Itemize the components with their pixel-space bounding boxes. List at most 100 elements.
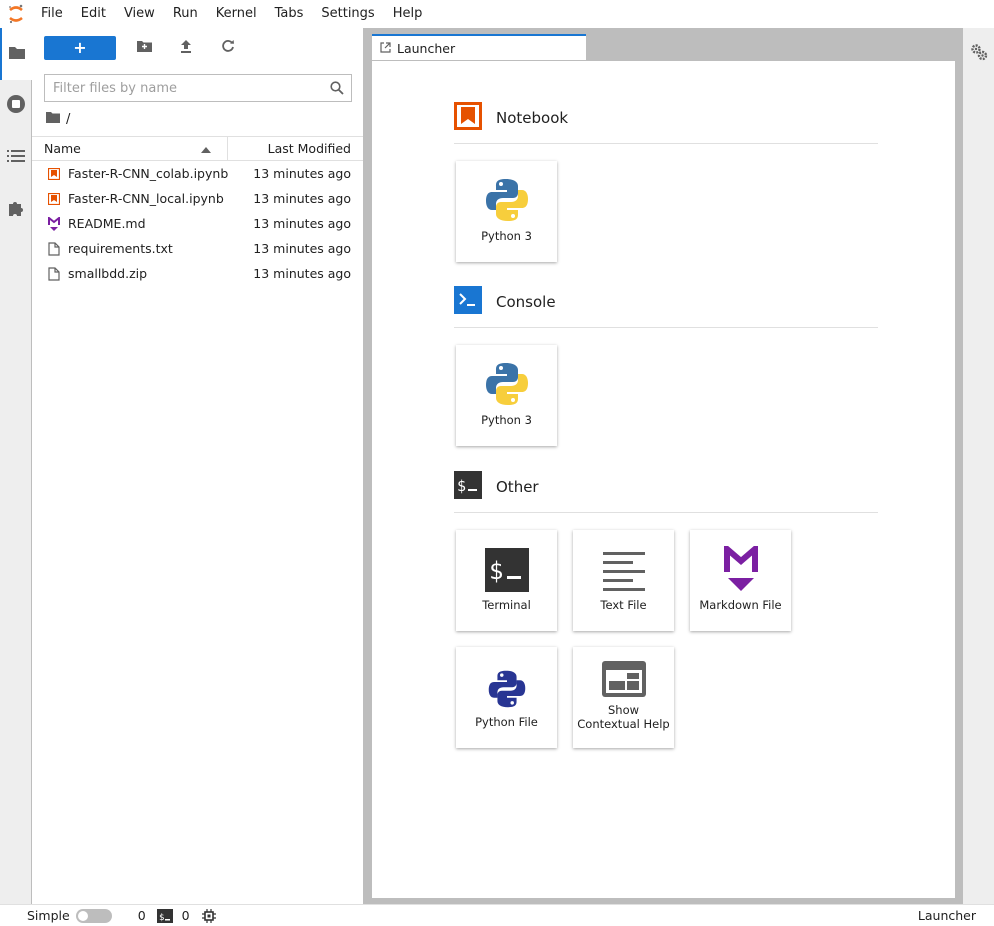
kernel-status-icon — [201, 908, 216, 923]
simple-mode-toggle[interactable] — [75, 908, 112, 923]
menu-help[interactable]: Help — [384, 0, 432, 28]
notebook-icon — [32, 167, 68, 180]
extension-manager-tab[interactable] — [0, 184, 32, 236]
python3-console-card[interactable]: Python 3 — [456, 345, 557, 446]
menu-settings[interactable]: Settings — [312, 0, 383, 28]
file-modified: 13 minutes ago — [253, 191, 351, 206]
new-folder-button[interactable] — [130, 36, 158, 60]
status-bar: Simple 0 $ 0 Launcher — [0, 904, 994, 926]
menu-tabs[interactable]: Tabs — [266, 0, 313, 28]
gears-icon — [970, 43, 988, 65]
card-label: Python File — [475, 715, 538, 729]
contextual-help-card[interactable]: Show Contextual Help — [573, 647, 674, 748]
terminal-status-icon: $ — [156, 908, 173, 923]
current-activity-label: Launcher — [917, 908, 976, 923]
python3-notebook-card[interactable]: Python 3 — [456, 161, 557, 262]
file-row[interactable]: README.md 13 minutes ago — [32, 211, 363, 236]
menu-kernel[interactable]: Kernel — [207, 0, 266, 28]
notebook-section-icon — [454, 102, 482, 134]
section-title: Console — [496, 293, 556, 311]
markdown-icon — [723, 530, 758, 598]
file-row[interactable]: Faster-R-CNN_local.ipynb 13 minutes ago — [32, 186, 363, 211]
kernel-count[interactable]: 0 — [182, 908, 190, 923]
file-name: smallbdd.zip — [68, 266, 148, 281]
file-modified: 13 minutes ago — [253, 241, 351, 256]
menu-view[interactable]: View — [115, 0, 164, 28]
console-section: Console Python 3 — [454, 285, 878, 446]
other-section: $ Other $ Terminal Text File Markdown Fi… — [454, 470, 878, 748]
markdown-icon — [32, 216, 68, 231]
tab-label: Launcher — [397, 40, 456, 56]
property-inspector-tab[interactable] — [963, 28, 994, 80]
jupyter-logo-icon[interactable] — [0, 0, 32, 28]
terminal-card[interactable]: $ Terminal — [456, 530, 557, 631]
section-header: $ Other — [454, 470, 878, 513]
sort-ascending-icon — [201, 141, 211, 156]
other-section-icon: $ — [454, 471, 482, 503]
terminal-icon: $ — [484, 530, 529, 598]
toc-icon — [7, 149, 25, 167]
file-icon — [32, 241, 68, 256]
file-row[interactable]: requirements.txt 13 minutes ago — [32, 236, 363, 261]
breadcrumb-root[interactable]: / — [66, 112, 70, 127]
file-name: Faster-R-CNN_local.ipynb — [68, 191, 224, 206]
file-name: README.md — [68, 216, 146, 231]
file-browser-panel: + / Name — [32, 28, 364, 904]
running-icon — [6, 94, 26, 118]
python-logo-icon — [484, 345, 530, 413]
running-sessions-tab[interactable] — [0, 80, 32, 132]
section-title: Other — [496, 478, 539, 496]
upload-icon — [180, 39, 192, 57]
launcher-panel: Notebook Python 3 Console Python 3 $ Oth… — [372, 60, 955, 898]
notebook-icon — [32, 192, 68, 205]
file-name: requirements.txt — [68, 241, 173, 256]
simple-mode-label: Simple — [27, 908, 70, 923]
name-column-label: Name — [44, 141, 81, 156]
python-logo-icon — [484, 161, 530, 229]
card-grid: $ Terminal Text File Markdown File Pytho… — [454, 530, 878, 748]
breadcrumb: / — [32, 102, 363, 136]
menu-run[interactable]: Run — [164, 0, 207, 28]
file-filter-input[interactable] — [45, 75, 323, 101]
file-list: Faster-R-CNN_colab.ipynb 13 minutes ago … — [32, 161, 363, 286]
launcher-tab-icon — [380, 41, 391, 56]
file-row[interactable]: Faster-R-CNN_colab.ipynb 13 minutes ago — [32, 161, 363, 186]
section-header: Notebook — [454, 101, 878, 144]
terminal-count[interactable]: 0 — [138, 908, 146, 923]
new-launcher-button[interactable]: + — [44, 36, 116, 60]
right-sidebar — [962, 28, 994, 904]
new-folder-icon — [136, 40, 152, 56]
card-grid: Python 3 — [454, 161, 878, 262]
section-title: Notebook — [496, 109, 569, 127]
console-section-icon — [454, 286, 482, 318]
name-column-header[interactable]: Name — [32, 137, 228, 160]
svg-text:$: $ — [159, 913, 164, 923]
upload-button[interactable] — [172, 36, 200, 60]
markdown-file-card[interactable]: Markdown File — [690, 530, 791, 631]
text-file-icon — [602, 530, 645, 598]
text-file-card[interactable]: Text File — [573, 530, 674, 631]
file-modified: 13 minutes ago — [253, 216, 351, 231]
card-label: Text File — [600, 598, 647, 612]
menu-bar: File Edit View Run Kernel Tabs Settings … — [0, 0, 994, 28]
home-folder-icon[interactable] — [46, 111, 60, 127]
refresh-button[interactable] — [214, 36, 242, 60]
last-modified-column-header[interactable]: Last Modified — [228, 141, 363, 156]
svg-text:$: $ — [489, 557, 503, 585]
python-file-card[interactable]: Python File — [456, 647, 557, 748]
card-label: Markdown File — [699, 598, 782, 612]
left-activity-bar — [0, 28, 32, 904]
card-grid: Python 3 — [454, 345, 878, 446]
card-label: Python 3 — [481, 229, 532, 243]
table-of-contents-tab[interactable] — [0, 132, 32, 184]
file-modified: 13 minutes ago — [253, 266, 351, 281]
plus-label: + — [73, 38, 87, 57]
tab-launcher[interactable]: Launcher — [372, 34, 586, 60]
file-row[interactable]: smallbdd.zip 13 minutes ago — [32, 261, 363, 286]
menu-file[interactable]: File — [32, 0, 72, 28]
refresh-icon — [221, 39, 235, 57]
card-label: Show Contextual Help — [577, 703, 670, 731]
menu-edit[interactable]: Edit — [72, 0, 115, 28]
notebook-section: Notebook Python 3 — [454, 101, 878, 262]
file-browser-tab[interactable] — [0, 28, 32, 80]
